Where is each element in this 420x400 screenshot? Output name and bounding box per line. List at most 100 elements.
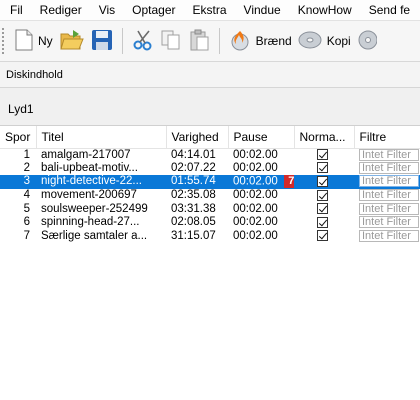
normalize-checkbox[interactable] [317,162,328,174]
cell-pause[interactable]: 00:02.00 [228,202,294,216]
cell-filter: Intet Filter [354,189,420,203]
cell-filter: Intet Filter [354,161,420,176]
normalize-checkbox[interactable] [317,216,328,228]
filter-field[interactable]: Intet Filter [359,161,419,174]
document-icon [15,29,33,54]
open-folder-icon [59,28,85,55]
cell-duration: 02:07.22 [171,161,216,174]
cell-pause[interactable]: 00:02.00 [228,216,294,230]
save-button[interactable] [88,24,116,58]
cell-track-title[interactable]: Særlige samtaler a... [36,230,166,244]
filter-field[interactable]: Intet Filter [359,229,419,242]
menu-vindue[interactable]: Vindue [234,0,288,20]
burn-button-label: Brænd [255,34,292,48]
cell-track-title[interactable]: spinning-head-27... [36,216,166,230]
table-row[interactable]: 1 amalgam-217007 04:14.01 00:02.00 Intet Fil… [0,148,420,162]
menu-ekstra[interactable]: Ekstra [183,0,234,20]
cell-normalize [294,230,354,244]
new-button-label: Ny [38,34,53,48]
cell-filter: Intet Filter [354,148,420,162]
cell-track-title[interactable]: night-detective-22... [36,175,166,189]
cell-track-number: 5 [23,202,30,215]
pause-value: 00:02.00 [233,148,278,161]
copy-icon [160,29,182,54]
menu-vis[interactable]: Vis [89,0,122,20]
menu-bar: Fil Rediger Vis Optager Ekstra Vindue Kn… [0,0,420,20]
copy-button[interactable] [157,24,185,58]
cell-pause[interactable]: 00:02.00 [228,162,294,176]
cell-duration: 01:55.74 [166,175,228,189]
cell-track-title[interactable]: amalgam-217007 [36,148,166,162]
cell-filter: Intet Filter [354,175,420,189]
disc-action-button[interactable] [354,24,380,58]
pause-value: 00:02.00 [233,202,278,215]
burn-button[interactable]: Brænd [226,24,295,58]
cell-track-number: 4 [23,189,30,202]
filter-field[interactable]: Intet Filter [359,148,419,161]
toolbar-separator [121,28,123,54]
paste-button[interactable] [185,24,213,58]
table-row[interactable]: 3 night-detective-22... 01:55.74 00:02.00 7 I… [0,175,420,189]
cell-pause[interactable]: 00:02.00 [228,189,294,203]
column-header-titel[interactable]: Titel [36,126,167,149]
normalize-checkbox[interactable] [317,230,328,242]
open-button[interactable] [56,24,88,58]
cell-normalize [294,162,354,176]
table-row[interactable]: 2 bali-upbeat-motiv... 02:07.22 00:02.00 Int… [0,161,420,176]
table-row[interactable]: 4 movement-200697 02:35.08 00:02.00 Intet Fi… [0,189,420,203]
disc-content-label: Diskindhold [0,62,420,88]
pause-value: 00:02.00 [233,189,278,202]
normalize-checkbox[interactable] [317,175,328,187]
pause-value: 00:02.00 [233,161,278,174]
filter-field[interactable]: Intet Filter [359,189,419,202]
column-header-normalize[interactable]: Norma... [294,126,355,149]
table-row[interactable]: 6 spinning-head-27... 02:08.05 00:02.00 Inte… [0,216,420,230]
filter-field[interactable]: Intet Filter [359,216,419,229]
copy-disc-label: Kopi [326,34,351,48]
normalize-checkbox[interactable] [317,149,328,161]
cell-track-number: 2 [23,161,30,174]
scissors-icon [132,29,154,54]
clipboard-icon [188,29,210,54]
new-document-button[interactable]: Ny [12,24,56,58]
copy-disc-button[interactable]: Kopi [295,24,354,58]
cell-track-title[interactable]: soulsweeper-252499 [36,202,166,216]
cell-track-number: 6 [23,216,30,229]
pause-value: 00:02.00 [233,175,278,188]
cell-track-number: 3 [0,175,36,189]
cell-pause[interactable]: 00:02.00 [228,230,294,244]
toolbar-separator [218,28,220,54]
column-header-filtre[interactable]: Filtre [354,126,420,149]
cell-duration: 02:35.08 [171,189,216,202]
filter-field[interactable]: Intet Filter [359,202,419,215]
table-row[interactable]: 5 soulsweeper-252499 03:31.38 00:02.00 Intet… [0,202,420,216]
disc-icon [298,29,322,54]
column-header-varighed[interactable]: Varighed [166,126,229,149]
menu-optager[interactable]: Optager [122,0,182,20]
normalize-checkbox[interactable] [317,203,328,215]
cell-pause[interactable]: 00:02.00 [228,148,294,162]
column-header-spor[interactable]: Spor [0,126,37,149]
cut-button[interactable] [129,24,157,58]
cell-track-title[interactable]: movement-200697 [36,189,166,203]
track-table: Spor Titel Varighed Pause Norma... Filtr… [0,126,420,400]
column-header-pause[interactable]: Pause [228,126,295,149]
cell-pause[interactable]: 00:02.00 7 [228,175,294,189]
cell-normalize [294,189,354,203]
menu-rediger[interactable]: Rediger [30,0,89,20]
menu-fil[interactable]: Fil [0,0,30,20]
menu-send-feedback[interactable]: Send fe [359,0,417,20]
disc-icon [357,29,378,54]
cell-track-number: 7 [23,229,30,242]
cell-normalize [294,202,354,216]
cell-duration: 02:08.05 [171,216,216,229]
toolbar-grip[interactable] [2,28,6,54]
step-marker-badge: 7 [283,175,294,189]
table-row[interactable]: 7 Særlige samtaler a... 31:15.07 00:02.00 In… [0,229,420,244]
menu-knowhow[interactable]: KnowHow [288,0,359,20]
tab-lyd1[interactable]: Lyd1 [2,96,40,124]
filter-field[interactable]: Intet Filter [359,175,419,188]
cell-track-title[interactable]: bali-upbeat-motiv... [36,162,166,176]
normalize-checkbox[interactable] [317,189,328,201]
cell-duration: 03:31.38 [171,202,216,215]
